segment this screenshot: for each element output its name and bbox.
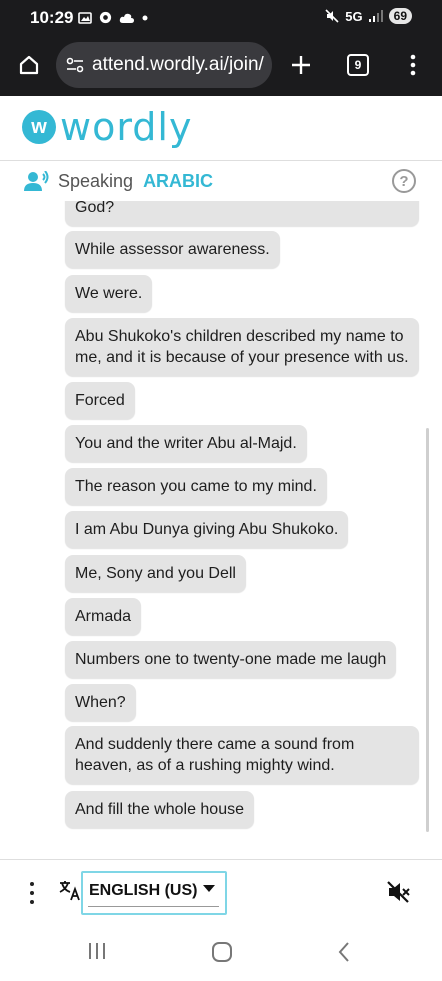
message-bubble: While assessor awareness. [65,231,280,268]
translate-icon [59,881,80,901]
dot-icon [142,15,148,20]
message-bubble: Abu Shukoko's children described my name… [65,318,419,376]
language-select-value: ENGLISH (US) [89,882,198,899]
kebab-dot [30,882,34,886]
speaker-muted-icon[interactable] [386,880,412,904]
tabs-icon: 9 [347,54,369,76]
message-bubble: The reason you came to my mind. [65,468,327,505]
signal-icon [368,10,383,22]
browser-menu-button[interactable] [396,48,430,82]
settings-gear-icon [99,11,112,24]
browser-toolbar: attend.wordly.ai/join/ 9 [0,36,442,96]
message-bubble: I am Abu Dunya giving Abu Shukoko. [65,511,349,548]
system-navigation-bar [0,924,442,981]
url-text: attend.wordly.ai/join/ [92,54,264,75]
scrollbar[interactable] [426,428,429,832]
status-bar: 10:29 5G 69 [0,0,442,36]
mute-icon [325,9,339,23]
site-settings-icon[interactable] [66,57,84,73]
speaker-person-icon [24,171,49,191]
home-icon [19,55,39,75]
language-select[interactable]: ENGLISH (US) [81,871,227,915]
help-button[interactable]: ? [392,169,416,193]
network-type: 5G [345,8,363,24]
address-bar[interactable]: attend.wordly.ai/join/ [56,42,272,88]
back-icon [338,942,349,962]
dropdown-caret-icon [203,885,215,892]
options-menu-button[interactable] [22,882,42,904]
home-button[interactable] [12,48,46,82]
status-right: 5G 69 [325,8,412,24]
notification-icons [78,10,149,25]
message-bubble: Numbers one to twenty-one made me laugh [65,641,397,678]
tabs-button[interactable]: 9 [341,48,375,82]
speaking-label: Speaking [58,170,134,191]
logo-mark: w [22,110,56,144]
new-tab-icon [292,56,310,74]
wordly-logo: w wordly [22,104,192,150]
bottom-control-bar: ENGLISH (US) [0,860,442,924]
back-button[interactable] [336,941,352,963]
speaking-bar: Speaking ARABIC ? [0,161,442,201]
battery-indicator: 69 [388,8,412,24]
message-bubble: And fill the whole house [65,791,254,828]
home-circle-icon [212,942,232,962]
kebab-dot [30,900,34,904]
transcript-list[interactable]: God? While assessor awareness. We were. … [0,201,442,859]
new-tab-button[interactable] [284,48,318,82]
message-bubble: And suddenly there came a sound from hea… [65,726,419,784]
message-bubble: God? [65,201,419,226]
speaking-language[interactable]: ARABIC [143,171,213,192]
logo-text: wordly [60,105,193,149]
recent-apps-icon [89,943,105,959]
message-bubble: We were. [65,275,153,312]
message-bubble: Me, Sony and you Dell [65,555,246,592]
menu-icon [410,54,416,76]
recent-apps-button[interactable] [86,941,108,961]
clock: 10:29 [30,8,74,27]
cloud-icon [119,13,134,23]
message-bubble: You and the writer Abu al-Majd. [65,425,307,462]
message-bubble: Armada [65,598,142,635]
gallery-icon [78,11,92,24]
select-underline [88,906,219,907]
home-nav-button[interactable] [210,941,234,963]
message-bubble: When? [65,684,136,721]
message-bubble: Forced [65,382,135,419]
kebab-dot [30,891,34,895]
